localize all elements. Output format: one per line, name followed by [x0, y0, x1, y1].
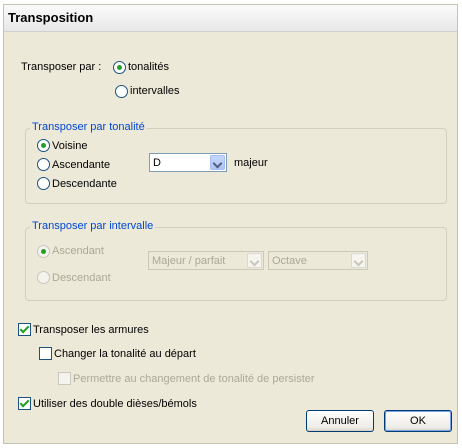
key-select-value: D: [153, 157, 161, 169]
checkbox-allow-key-change-persist[interactable]: [58, 372, 71, 385]
radio-transpose-by-intervals-label[interactable]: intervalles: [130, 85, 180, 97]
transpose-by-label: Transposer par :: [21, 61, 102, 73]
radio-transpose-by-keys[interactable]: [113, 61, 126, 74]
key-mode-label: majeur: [234, 157, 268, 169]
interval-quality-select-value: Majeur / parfait: [152, 255, 226, 267]
group-transpose-by-interval-legend: Transposer par intervalle: [30, 220, 156, 232]
radio-interval-up[interactable]: [37, 245, 50, 258]
checkbox-transpose-key-signatures-label[interactable]: Transposer les armures: [33, 324, 149, 336]
dialog-title: Transposition: [8, 10, 94, 25]
title-bar: Transposition: [4, 5, 457, 32]
radio-key-up-label[interactable]: Ascendante: [52, 159, 110, 171]
radio-interval-up-label[interactable]: Ascendant: [52, 245, 104, 257]
radio-interval-down-label[interactable]: Descendant: [52, 272, 111, 284]
radio-key-down-label[interactable]: Descendante: [52, 178, 117, 190]
radio-interval-down[interactable]: [37, 271, 50, 284]
checkbox-use-double-accidentals[interactable]: [18, 397, 31, 410]
checkbox-change-key-at-start[interactable]: [39, 347, 52, 360]
radio-transpose-by-intervals[interactable]: [115, 85, 128, 98]
radio-key-up[interactable]: [37, 158, 50, 171]
checkbox-change-key-at-start-label[interactable]: Changer la tonalité au départ: [54, 348, 196, 360]
transposition-dialog: Transposition Transposer par : tonalités…: [3, 4, 458, 444]
chevron-down-icon[interactable]: [210, 155, 225, 170]
radio-key-nearest[interactable]: [37, 139, 50, 152]
chevron-down-icon[interactable]: [247, 253, 262, 268]
interval-quality-select[interactable]: Majeur / parfait: [148, 251, 264, 270]
checkbox-use-double-accidentals-label[interactable]: Utiliser des double dièses/bémols: [33, 398, 197, 410]
interval-size-select-value: Octave: [272, 255, 307, 267]
radio-transpose-by-keys-label[interactable]: tonalités: [128, 61, 169, 73]
radio-key-down[interactable]: [37, 177, 50, 190]
chevron-down-icon[interactable]: [351, 253, 366, 268]
group-transpose-by-key-legend: Transposer par tonalité: [30, 121, 147, 133]
interval-size-select[interactable]: Octave: [268, 251, 368, 270]
checkbox-transpose-key-signatures[interactable]: [18, 323, 31, 336]
key-select[interactable]: D: [149, 153, 227, 172]
ok-button[interactable]: OK: [384, 410, 452, 432]
cancel-button[interactable]: Annuler: [306, 410, 374, 432]
checkbox-allow-key-change-persist-label[interactable]: Permettre au changement de tonalité de p…: [73, 373, 315, 385]
radio-key-nearest-label[interactable]: Voisine: [52, 140, 87, 152]
